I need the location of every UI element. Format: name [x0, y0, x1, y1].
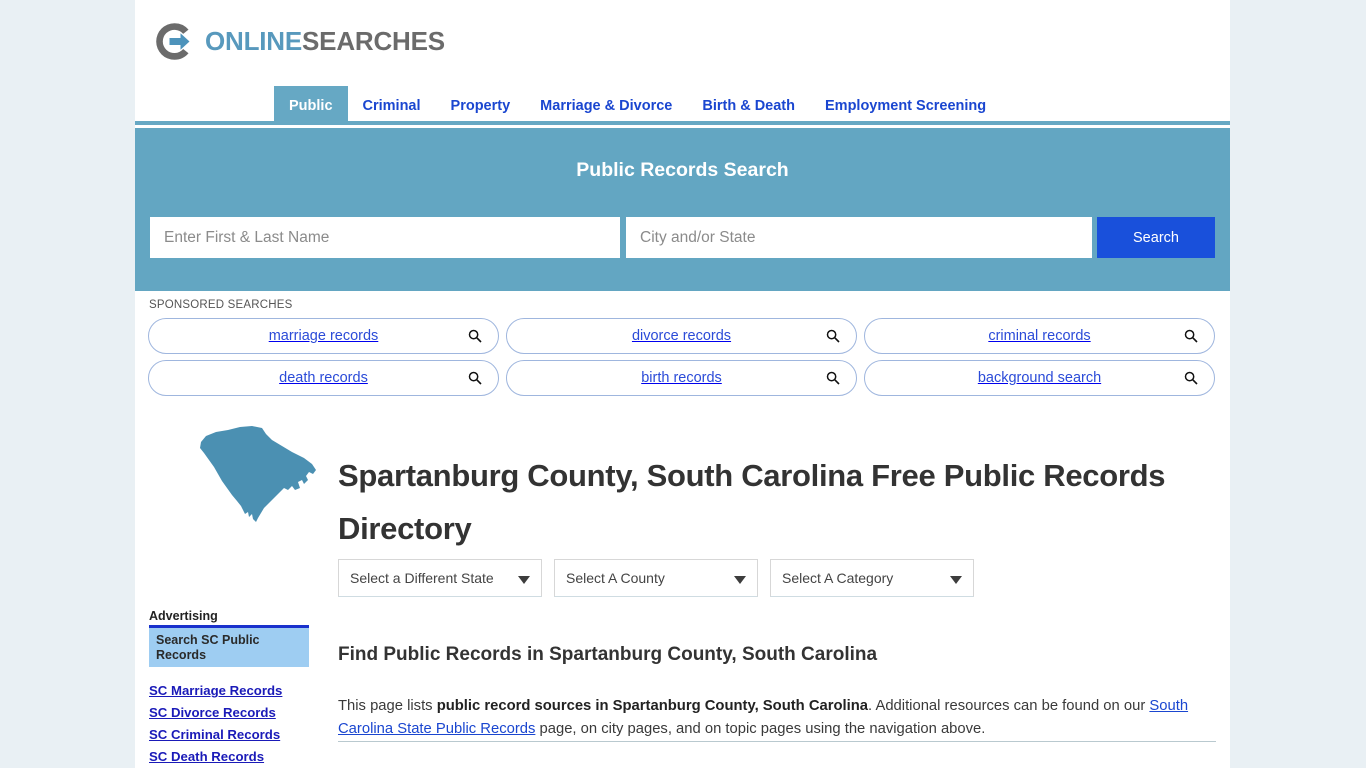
- sponsored-pill-label: background search: [977, 370, 1102, 386]
- select-county-label: Select A County: [566, 570, 665, 586]
- logo-word-searches: SEARCHES: [302, 26, 445, 56]
- sponsored-pill-death-records[interactable]: death records: [148, 360, 499, 396]
- search-panel-title: Public Records Search: [576, 159, 789, 181]
- logo-word-online: ONLINE: [205, 26, 303, 56]
- sponsored-pill-background-search[interactable]: background search: [864, 360, 1215, 396]
- sponsored-pill-divorce-records[interactable]: divorce records: [506, 318, 857, 354]
- nav-item-public[interactable]: Public: [274, 86, 348, 125]
- advertising-box[interactable]: Search SC Public Records: [149, 625, 309, 667]
- page-root: ONLINESEARCHES Public Criminal Property …: [0, 0, 1366, 768]
- advertising-box-text: Search SC Public Records: [156, 633, 260, 662]
- logo-wordmark: ONLINESEARCHES: [205, 28, 445, 54]
- sponsored-pill-criminal-records[interactable]: criminal records: [864, 318, 1215, 354]
- select-county-dropdown[interactable]: Select A County: [554, 559, 758, 597]
- magnifier-icon: [826, 329, 840, 343]
- content-column: ONLINESEARCHES Public Criminal Property …: [135, 0, 1230, 768]
- section-heading: Find Public Records in Spartanburg Count…: [338, 643, 878, 665]
- sponsored-pill-label: criminal records: [988, 328, 1091, 344]
- page-title: Spartanburg County, South Carolina Free …: [338, 457, 1166, 546]
- chevron-down-icon: [518, 576, 530, 584]
- paragraph-text-after: page, on city pages, and on topic pages …: [535, 720, 986, 737]
- section-divider: [338, 741, 1216, 742]
- nav-item-birth-death[interactable]: Birth & Death: [687, 86, 810, 125]
- advertising-label: Advertising: [149, 609, 218, 623]
- sponsored-pill-label: death records: [279, 370, 368, 386]
- select-category-dropdown[interactable]: Select A Category: [770, 559, 974, 597]
- magnifier-icon: [468, 329, 482, 343]
- nav-item-marriage-divorce[interactable]: Marriage & Divorce: [525, 86, 687, 125]
- select-state-label: Select a Different State: [350, 570, 494, 586]
- chevron-down-icon: [734, 576, 746, 584]
- sidebar-links-list: SC Marriage Records SC Divorce Records S…: [149, 680, 319, 768]
- site-logo[interactable]: ONLINESEARCHES: [153, 18, 445, 64]
- paragraph-bold-sources: public record sources in Spartanburg Cou…: [436, 697, 869, 714]
- sponsored-pill-label: divorce records: [631, 328, 732, 344]
- sponsored-searches-label: SPONSORED SEARCHES: [149, 299, 293, 311]
- chevron-down-icon: [950, 576, 962, 584]
- south-carolina-state-map-icon: [192, 418, 327, 530]
- paragraph-text-before: This page lists: [338, 697, 437, 714]
- magnifier-icon: [1184, 329, 1198, 343]
- filter-select-row: Select a Different State Select A County…: [338, 559, 986, 597]
- sponsored-pill-label: birth records: [641, 370, 722, 386]
- public-records-search-panel: Public Records Search Search: [135, 128, 1230, 291]
- sidebar-link-sc-marriage-records[interactable]: SC Marriage Records: [149, 680, 319, 702]
- intro-paragraph: This page lists public record sources in…: [338, 695, 1216, 741]
- nav-item-property[interactable]: Property: [436, 86, 526, 125]
- sponsored-pill-birth-records[interactable]: birth records: [506, 360, 857, 396]
- sponsored-searches-list: marriage records divorce records crimina…: [148, 318, 1216, 402]
- sidebar-link-sc-criminal-records[interactable]: SC Criminal Records: [149, 724, 319, 746]
- circle-arrow-right-icon: [153, 20, 196, 63]
- sponsored-pill-label: marriage records: [268, 328, 379, 344]
- select-state-dropdown[interactable]: Select a Different State: [338, 559, 542, 597]
- sponsored-pill-marriage-records[interactable]: marriage records: [148, 318, 499, 354]
- location-search-input[interactable]: [626, 217, 1092, 258]
- search-button[interactable]: Search: [1097, 217, 1215, 258]
- nav-item-criminal[interactable]: Criminal: [348, 86, 436, 125]
- sidebar-link-sc-divorce-records[interactable]: SC Divorce Records: [149, 702, 319, 724]
- nav-item-employment-screening[interactable]: Employment Screening: [810, 86, 1001, 125]
- select-category-label: Select A Category: [782, 570, 894, 586]
- magnifier-icon: [468, 371, 482, 385]
- name-search-input[interactable]: [150, 217, 620, 258]
- magnifier-icon: [826, 371, 840, 385]
- paragraph-text-middle: . Additional resources can be found on o…: [868, 697, 1150, 714]
- magnifier-icon: [1184, 371, 1198, 385]
- primary-navigation: Public Criminal Property Marriage & Divo…: [135, 86, 1230, 125]
- search-form: Search: [150, 217, 1215, 258]
- sidebar-link-sc-death-records[interactable]: SC Death Records: [149, 746, 319, 768]
